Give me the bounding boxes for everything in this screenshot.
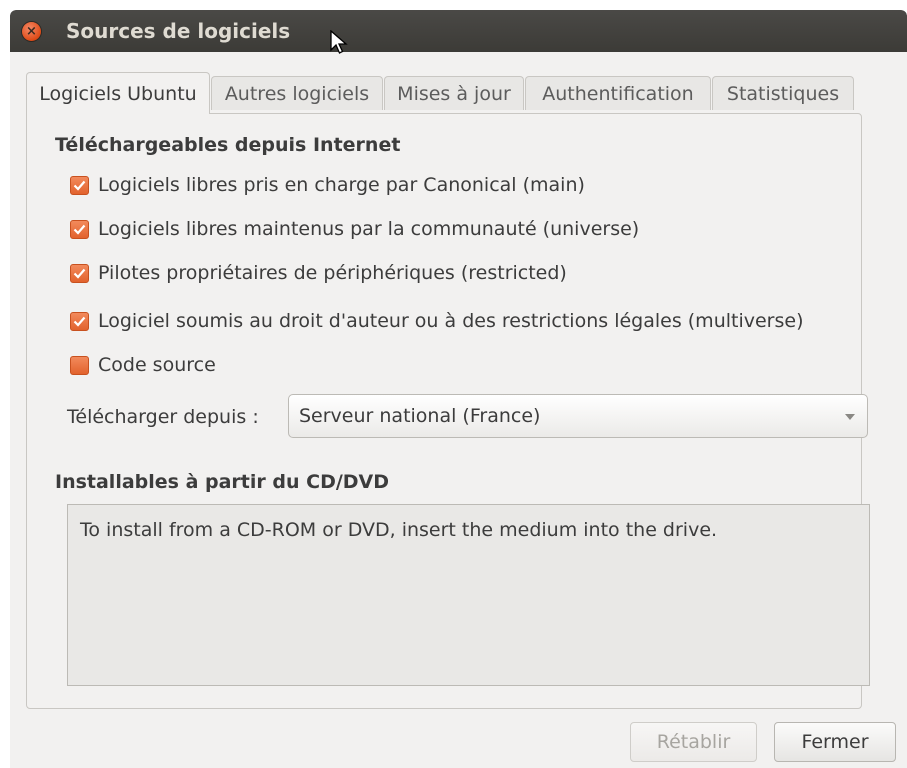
mouse-pointer-icon bbox=[330, 30, 348, 54]
title-bar[interactable]: × Sources de logiciels bbox=[10, 10, 907, 52]
cdrom-message: To install from a CD-ROM or DVD, insert … bbox=[80, 519, 718, 541]
checkbox-source-code[interactable] bbox=[70, 355, 89, 375]
option-main[interactable]: Logiciels libres pris en charge par Cano… bbox=[70, 171, 585, 199]
check-icon bbox=[73, 180, 86, 191]
close-window-button[interactable]: × bbox=[22, 22, 41, 41]
window-title: Sources de logiciels bbox=[66, 19, 291, 43]
chevron-down-icon bbox=[845, 414, 855, 420]
download-from-label: Télécharger depuis : bbox=[67, 406, 259, 428]
option-label: Logiciels libres maintenus par la commun… bbox=[98, 218, 640, 240]
software-sources-window: × Sources de logiciels Logiciels Ubuntu … bbox=[10, 10, 907, 768]
option-label: Pilotes propriétaires de périphériques (… bbox=[98, 262, 567, 284]
option-label: Logiciels libres pris en charge par Cano… bbox=[98, 174, 585, 196]
option-multiverse[interactable]: Logiciel soumis au droit d'auteur ou à d… bbox=[70, 307, 804, 335]
tab-authentification[interactable]: Authentification bbox=[525, 76, 711, 110]
check-icon bbox=[73, 268, 86, 279]
close-icon: × bbox=[26, 24, 37, 39]
tab-statistiques[interactable]: Statistiques bbox=[712, 76, 854, 110]
option-label: Code source bbox=[98, 354, 216, 376]
download-server-select[interactable]: Serveur national (France) bbox=[288, 394, 868, 438]
checkbox-multiverse[interactable] bbox=[70, 311, 89, 331]
option-source-code[interactable]: Code source bbox=[70, 351, 216, 379]
tab-mises-a-jour[interactable]: Mises à jour bbox=[384, 76, 524, 110]
internet-section-heading: Téléchargeables depuis Internet bbox=[55, 134, 401, 156]
cdrom-section-heading: Installables à partir du CD/DVD bbox=[55, 471, 390, 493]
option-label: Logiciel soumis au droit d'auteur ou à d… bbox=[98, 310, 804, 332]
close-button[interactable]: Fermer bbox=[774, 722, 896, 762]
tab-logiciels-ubuntu[interactable]: Logiciels Ubuntu bbox=[26, 72, 210, 114]
revert-button[interactable]: Rétablir bbox=[630, 722, 757, 762]
cdrom-list[interactable]: To install from a CD-ROM or DVD, insert … bbox=[67, 504, 870, 686]
tab-autres-logiciels[interactable]: Autres logiciels bbox=[211, 76, 383, 110]
checkbox-main[interactable] bbox=[70, 175, 89, 195]
check-icon bbox=[73, 224, 86, 235]
option-universe[interactable]: Logiciels libres maintenus par la commun… bbox=[70, 215, 639, 243]
option-restricted[interactable]: Pilotes propriétaires de périphériques (… bbox=[70, 259, 567, 287]
checkbox-restricted[interactable] bbox=[70, 263, 89, 283]
check-icon bbox=[73, 316, 86, 327]
checkbox-universe[interactable] bbox=[70, 219, 89, 239]
download-server-value: Serveur national (France) bbox=[299, 405, 541, 427]
